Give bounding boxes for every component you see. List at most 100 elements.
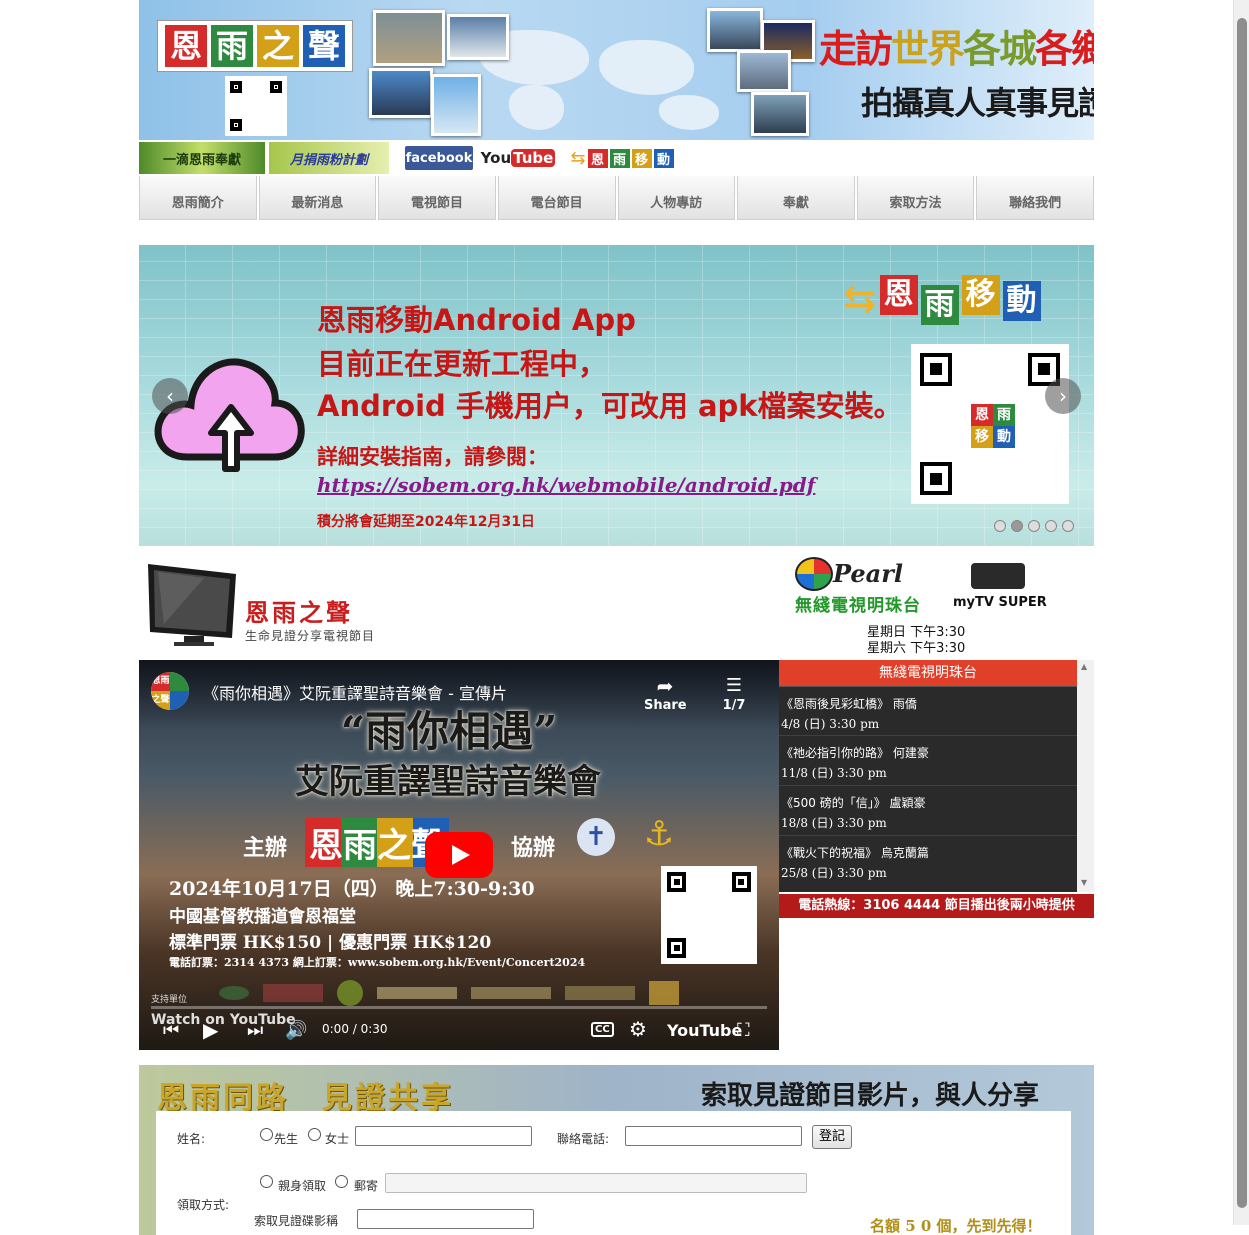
- time-display: 0:00 / 0:30: [322, 1022, 388, 1036]
- world-map-graphic: [369, 0, 815, 140]
- play-button[interactable]: [425, 832, 493, 878]
- logo-char: 聲: [303, 25, 345, 67]
- schedule-item[interactable]: 《500 磅的「信」》 盧穎豪 18/8 (日) 3:30 pm: [779, 786, 1077, 836]
- schedule-scrollbar[interactable]: ▲ ▼: [1077, 660, 1094, 892]
- mail-label: 郵寄: [354, 1179, 379, 1193]
- tv-channel-name: 無綫電視明珠台: [795, 596, 921, 616]
- header-slogan-1: 走訪世界各城各鄉: [819, 26, 1094, 71]
- nav-interviews[interactable]: 人物專訪: [617, 176, 736, 220]
- prev-video-button[interactable]: ⏮: [163, 1020, 179, 1041]
- ms-radio[interactable]: [308, 1128, 321, 1141]
- pearl-script-logo: Pearl: [833, 559, 903, 588]
- channel-avatar[interactable]: 恩雨 之聲: [151, 672, 189, 710]
- tv-section-title: 恩雨之聲: [245, 598, 353, 627]
- nav-about[interactable]: 恩雨簡介: [139, 176, 257, 220]
- captions-button[interactable]: CC: [591, 1022, 614, 1037]
- poster-subtitle: 艾阮重譯聖詩音樂會: [295, 762, 601, 802]
- poster-venue: 中國基督教播道會恩福堂: [169, 907, 356, 927]
- disc-select[interactable]: [357, 1209, 534, 1229]
- slider-line-2: 目前正在更新工程中，: [317, 347, 608, 381]
- poster-supporters-label: 支持單位: [151, 995, 188, 1005]
- schedule-item[interactable]: 《祂必指引你的路》 何建豪 11/8 (日) 3:30 pm: [779, 736, 1077, 786]
- mobile-app-link[interactable]: ⇆ 恩 雨 移 動: [561, 142, 683, 174]
- request-form-section: 恩雨同路 見證共享 索取見證節目影片，與人分享 姓名: 先生 女士 聯絡電話: …: [139, 1065, 1094, 1235]
- nav-radio-programs[interactable]: 電台節目: [497, 176, 616, 220]
- poster-host-label: 主辦: [243, 835, 288, 861]
- slider-guide-link[interactable]: https://sobem.org.hk/webmobile/android.p…: [317, 473, 815, 497]
- request-form: 姓名: 先生 女士 聯絡電話: 登記 領取方式: 親身領取 郵寄 索取見證碟影稱…: [156, 1111, 1071, 1235]
- tv-schedule-panel: 無綫電視明珠台 《恩雨後見彩虹橋》 雨僑 4/8 (日) 3:30 pm 《祂必…: [779, 660, 1094, 918]
- youtube-logo[interactable]: YouTube: [667, 1021, 742, 1040]
- progress-track[interactable]: [151, 1006, 767, 1009]
- slider-dot[interactable]: [1045, 520, 1057, 532]
- youtube-link[interactable]: You Tube: [481, 142, 556, 174]
- slider-qr-code: 恩雨移動: [911, 344, 1069, 504]
- disc-label: 索取見證碟影稱: [254, 1214, 339, 1228]
- site-logo[interactable]: 恩 雨 之 聲: [157, 20, 353, 72]
- window-scrollbar[interactable]: [1233, 0, 1249, 1225]
- schedule-list[interactable]: 無綫電視明珠台 《恩雨後見彩虹橋》 雨僑 4/8 (日) 3:30 pm 《祂必…: [779, 660, 1077, 892]
- poster-cohost-label: 協辦: [511, 835, 556, 861]
- name-input[interactable]: [355, 1126, 532, 1146]
- tv-section-subtitle: 生命見證分享電視節目: [245, 629, 376, 643]
- slider-dot-active[interactable]: [1011, 520, 1023, 532]
- poster-date: 2024年10月17日（四） 晚上7:30-9:30: [169, 878, 535, 900]
- hero-slider: 恩雨移動Android App 目前正在更新工程中， Android 手機用户，…: [139, 245, 1094, 546]
- mytv-label: myTV SUPER: [953, 595, 1047, 610]
- poster-anchor-logo: ⚓: [643, 814, 675, 854]
- monthly-pledge-link[interactable]: 月捐雨粉計劃: [269, 142, 389, 174]
- volume-button[interactable]: 🔊: [285, 1020, 307, 1041]
- nav-request[interactable]: 索取方法: [856, 176, 975, 220]
- slider-prev-button[interactable]: ‹: [152, 378, 188, 414]
- swap-arrows-icon: ⇆: [570, 147, 586, 169]
- mail-radio[interactable]: [335, 1175, 348, 1188]
- header-banner: 恩 雨 之 聲 走訪世界各城各鄉 拍攝真人真事見證: [139, 0, 1094, 140]
- mobile-char: 恩: [587, 148, 608, 168]
- schedule-item[interactable]: 《恩雨後見彩虹橋》 雨僑 4/8 (日) 3:30 pm: [779, 687, 1077, 736]
- mobile-char: 動: [653, 148, 674, 168]
- schedule-item[interactable]: 《戰火下的祝福》 烏克蘭篇 25/8 (日) 3:30 pm: [779, 836, 1077, 886]
- slider-next-button[interactable]: ›: [1045, 378, 1081, 414]
- scroll-down-icon[interactable]: ▼: [1081, 878, 1087, 887]
- playlist-icon: ☰: [725, 675, 743, 696]
- slider-pagination: [994, 520, 1074, 532]
- slider-dot[interactable]: [1028, 520, 1040, 532]
- slider-dot[interactable]: [1062, 520, 1074, 532]
- quick-link-bar: 一滴恩雨奉獻 月捐雨粉計劃 facebook You Tube ⇆ 恩 雨 移 動: [139, 140, 1094, 176]
- youtube-icon: YouTube: [480, 149, 556, 167]
- hotline-banner: 電話熱線：3106 4444 節目播出後兩小時提供: [779, 894, 1094, 918]
- nav-contact[interactable]: 聯絡我們: [976, 176, 1094, 220]
- next-video-button[interactable]: ⏭: [247, 1020, 263, 1041]
- pickup-radio[interactable]: [260, 1175, 273, 1188]
- phone-label: 聯絡電話:: [557, 1132, 610, 1146]
- slider-dot[interactable]: [994, 520, 1006, 532]
- supporter-logos: [219, 978, 769, 1008]
- mr-label: 先生: [274, 1132, 299, 1146]
- facebook-icon: facebook: [405, 150, 473, 166]
- window-scrollbar-thumb[interactable]: [1237, 18, 1247, 1208]
- share-button[interactable]: ➦ Share: [644, 674, 687, 713]
- fullscreen-button[interactable]: ⛶: [737, 1020, 750, 1041]
- swap-arrows-icon: ⇆: [843, 276, 877, 322]
- facebook-link[interactable]: facebook: [405, 146, 473, 170]
- share-icon: ➦: [656, 674, 674, 698]
- nav-tv-programs[interactable]: 電視節目: [378, 176, 496, 220]
- play-pause-button[interactable]: ▶: [203, 1018, 218, 1042]
- address-input[interactable]: [385, 1173, 807, 1193]
- phone-input[interactable]: [625, 1126, 802, 1146]
- nav-donate[interactable]: 奉獻: [737, 176, 855, 220]
- monthly-label: 月捐雨粉計劃: [289, 152, 368, 168]
- donate-label: 一滴恩雨奉獻: [162, 152, 241, 168]
- settings-gear-icon[interactable]: ⚙: [629, 1017, 647, 1041]
- header-slogan-2: 拍攝真人真事見證: [861, 84, 1094, 122]
- register-button[interactable]: 登記: [812, 1125, 852, 1149]
- donate-banner-link[interactable]: 一滴恩雨奉獻: [139, 142, 265, 174]
- mytv-box-icon: [971, 563, 1025, 589]
- mr-radio[interactable]: [260, 1128, 273, 1141]
- playlist-button[interactable]: ☰ 1/7: [717, 674, 751, 713]
- nav-news[interactable]: 最新消息: [258, 176, 377, 220]
- youtube-embed[interactable]: 恩雨 之聲 《雨你相遇》艾阮重譯聖詩音樂會 - 宣傳片 ➦ Share ☰ 1/…: [139, 660, 779, 1050]
- scroll-up-icon[interactable]: ▲: [1081, 662, 1087, 671]
- poster-booking: 電話訂票：2314 4373 網上訂票：www.sobem.org.hk/Eve…: [169, 956, 586, 969]
- poster-title: “雨你相遇”: [341, 707, 558, 756]
